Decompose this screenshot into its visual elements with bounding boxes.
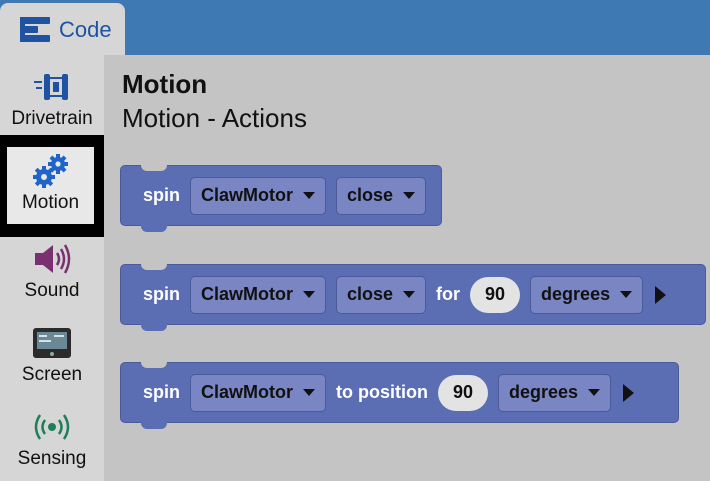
direction-dropdown[interactable]: close [336,275,427,314]
dropdown-arrow-icon [303,389,316,396]
dropdown-arrow-icon [403,192,416,199]
dropdown-arrow-icon [620,291,633,298]
unit-dropdown[interactable]: degrees [530,275,644,314]
sidebar-item-sensing[interactable]: Sensing [0,406,104,470]
dropdown-arrow-icon [588,389,601,396]
motor-dropdown[interactable]: ClawMotor [190,176,327,215]
expand-arrow-icon[interactable] [655,285,667,304]
amount-input[interactable]: 90 [470,276,521,313]
block-tab [141,422,167,429]
spin-block[interactable]: spin ClawMotor close [120,165,442,232]
tab-code[interactable]: Code [0,3,125,56]
unit-dropdown-value: degrees [541,284,611,304]
sidebar-item-label: Drivetrain [11,108,93,129]
code-blocks-icon [20,15,50,45]
sidebar-item-label: Sensing [17,448,87,469]
motor-dropdown-value: ClawMotor [201,284,294,304]
direction-dropdown-value: close [347,284,394,304]
speaker-icon [0,238,104,280]
signal-icon [0,406,104,448]
spin-label: spin [143,284,181,304]
spin-label: spin [143,382,181,402]
motor-dropdown-value: ClawMotor [201,382,294,402]
unit-dropdown[interactable]: degrees [498,373,612,412]
block-tab [141,225,167,232]
sidebar-item-label: Motion [21,192,80,213]
spin-for-block[interactable]: spin ClawMotor close for 90 degrees [120,264,706,331]
block-notch [141,165,167,171]
sidebar-item-sound[interactable]: Sound [0,238,104,302]
page-title: Motion [122,69,208,99]
position-input[interactable]: 90 [438,374,488,411]
unit-dropdown-value: degrees [509,382,579,402]
motor-dropdown-value: ClawMotor [201,185,294,205]
tab-code-label: Code [59,16,112,42]
spin-to-position-block[interactable]: spin ClawMotor to position 90 degrees [120,362,679,429]
screen-icon [0,322,104,364]
block-tab [141,324,167,331]
sidebar-item-motion[interactable]: Motion [0,135,104,237]
sidebar-item-label: Screen [21,364,83,385]
direction-dropdown[interactable]: close [336,176,427,215]
selected-highlight: Motion [7,147,94,224]
gears-icon [7,152,94,190]
expand-arrow-icon[interactable] [623,383,635,402]
for-label: for [436,284,461,304]
to-position-label: to position [336,382,428,402]
direction-dropdown-value: close [347,185,394,205]
block-notch [141,362,167,368]
section-subtitle: Motion - Actions [122,103,307,133]
dropdown-arrow-icon [403,291,416,298]
drivetrain-icon [0,66,104,108]
spin-label: spin [143,185,181,205]
sidebar-item-drivetrain[interactable]: Drivetrain [0,66,104,130]
dropdown-arrow-icon [303,291,316,298]
sidebar-item-label: Sound [24,280,80,301]
motor-dropdown[interactable]: ClawMotor [190,275,327,314]
motor-dropdown[interactable]: ClawMotor [190,373,327,412]
sidebar-item-screen[interactable]: Screen [0,322,104,386]
block-notch [141,264,167,270]
dropdown-arrow-icon [303,192,316,199]
